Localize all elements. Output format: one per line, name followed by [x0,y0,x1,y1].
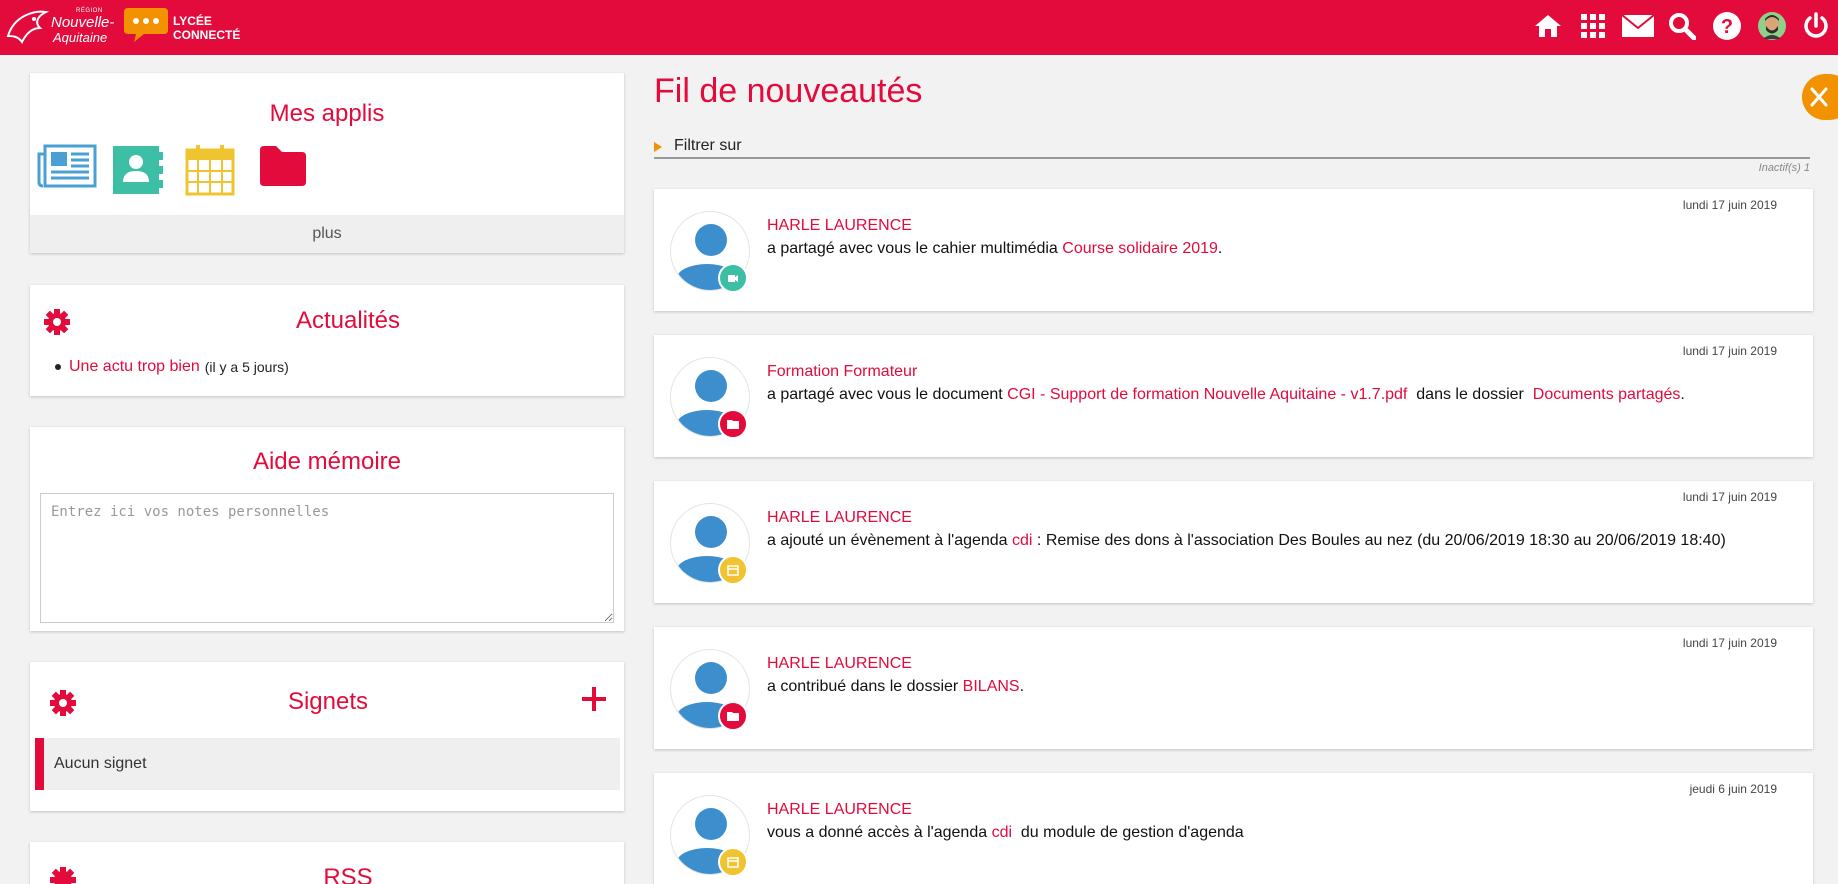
feed-item-date: lundi 17 juin 2019 [1682,198,1777,212]
feed-item: jeudi 6 juin 2019 HARLE LAURENCE vous a … [654,773,1813,884]
lycee-line2: CONNECTÉ [173,28,241,42]
top-bar: RÉGION Nouvelle- Aquitaine LYCÉE CONNECT… [0,0,1838,55]
signet-empty-item: Aucun signet [35,738,620,790]
feed-title: Fil de nouveautés [654,72,923,110]
region-lion-icon [6,10,50,44]
feed-item-link[interactable]: CGI - Support de formation Nouvelle Aqui… [1007,386,1407,403]
inactifs-label[interactable]: Inactif(s) 1 [1700,162,1810,174]
feed-item-link[interactable]: BILANS [963,678,1020,695]
power-icon[interactable] [1800,10,1832,42]
signets-title: Signets [287,688,369,715]
more-apps-button[interactable]: plus [30,215,624,253]
multimedia-icon [718,263,748,293]
feed-item-date: lundi 17 juin 2019 [1682,490,1777,504]
actu-link[interactable]: Une actu trop bien [69,358,200,376]
feed-item: lundi 17 juin 2019 HARLE LAURENCE a part… [654,189,1813,311]
calendar-icon [718,847,748,877]
signets-gear-icon[interactable] [49,689,77,722]
tools-icon[interactable] [1802,74,1838,120]
region-line2: Aquitaine [53,30,108,45]
actu-meta: (il y a 5 jours) [204,359,289,375]
folder-icon[interactable] [258,144,318,198]
region-logo[interactable]: RÉGION Nouvelle- Aquitaine [4,6,116,46]
help-icon[interactable]: ? [1711,10,1743,42]
actualites-title: Actualités [295,307,401,334]
feed-item-link[interactable]: Course solidaire 2019 [1062,240,1218,257]
feed-item-author[interactable]: HARLE LAURENCE [767,801,912,819]
folder-icon [718,701,748,731]
add-signet-icon[interactable] [580,685,608,713]
actualites-card [30,285,624,396]
aide-memoire-title: Aide mémoire [252,448,402,475]
bullet [55,364,61,370]
feed-item: lundi 17 juin 2019 Formation Formateur a… [654,335,1813,457]
calendar-icon [718,555,748,585]
feed-item-link[interactable]: cdi [1012,532,1032,549]
feed-item-text: a partagé avec vous le cahier multimédia… [767,240,1223,257]
feed-item-author[interactable]: HARLE LAURENCE [767,509,912,527]
expand-triangle-icon [654,142,662,152]
feed-item: lundi 17 juin 2019 HARLE LAURENCE a ajou… [654,481,1813,603]
feed-item-date: jeudi 6 juin 2019 [1689,782,1777,796]
feed-item-folder-link[interactable]: Documents partagés [1533,386,1681,403]
notes-textarea[interactable] [40,493,614,623]
lycee-line1: LYCÉE [173,14,212,28]
feed-item-author[interactable]: HARLE LAURENCE [767,655,912,673]
folder-icon [718,409,748,439]
contacts-icon[interactable] [111,144,171,198]
home-icon[interactable] [1532,10,1564,42]
mail-icon[interactable] [1622,10,1654,42]
calendar-icon[interactable] [185,144,245,198]
feed-item-author[interactable]: Formation Formateur [767,363,917,381]
search-icon[interactable] [1666,10,1698,42]
feed-item-date: lundi 17 juin 2019 [1682,344,1777,358]
apps-grid-icon[interactable] [1577,10,1609,42]
chat-bubble-icon [124,8,168,42]
rss-title: RSS [323,864,373,884]
feed-item-link[interactable]: cdi [992,824,1012,841]
user-avatar[interactable] [1756,10,1788,42]
news-icon[interactable] [37,144,97,198]
feed-item-text: a ajouté un évènement à l'agenda cdi : R… [767,532,1726,549]
svg-text:?: ? [1721,16,1733,38]
feed-item: lundi 17 juin 2019 HARLE LAURENCE a cont… [654,627,1813,749]
feed-item-author[interactable]: HARLE LAURENCE [767,217,912,235]
actu-list-item: Une actu trop bien (il y a 5 jours) [55,358,289,376]
rss-gear-icon[interactable] [49,866,77,884]
actualites-gear-icon[interactable] [43,308,71,341]
region-line1: Nouvelle- [51,14,115,31]
feed-item-text: vous a donné accès à l'agenda cdi du mod… [767,824,1244,841]
feed-item-date: lundi 17 juin 2019 [1682,636,1777,650]
feed-item-text: a contribué dans le dossier BILANS. [767,678,1025,695]
lycee-connecte-logo[interactable]: LYCÉE CONNECTÉ [122,6,240,46]
filter-label: Filtrer sur [674,137,742,154]
mes-applis-title: Mes applis [269,100,385,127]
feed-item-text: a partagé avec vous le document CGI - Su… [767,386,1685,403]
filter-toggle[interactable]: Filtrer sur [654,136,1810,159]
